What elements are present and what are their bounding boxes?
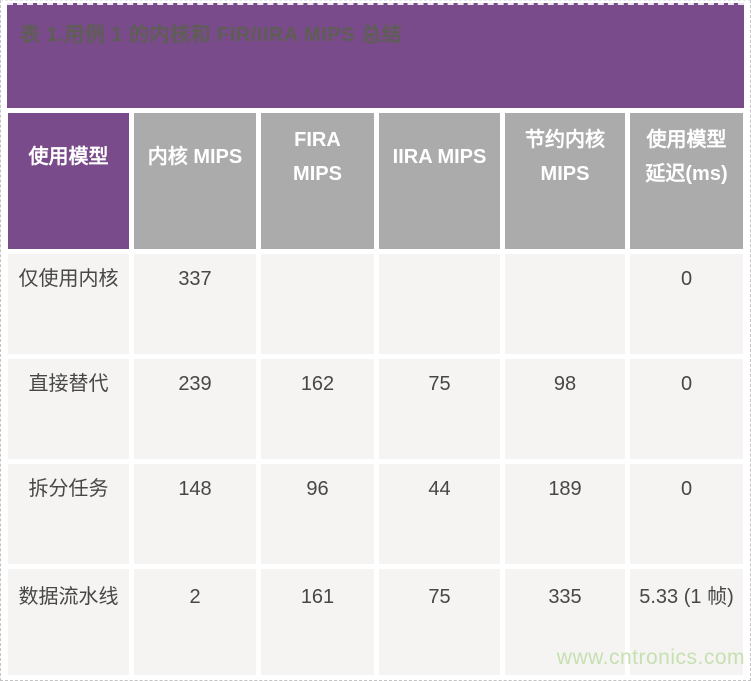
cell-core-mips: 337 [134, 254, 256, 354]
cell-saved-core-mips: 98 [505, 359, 625, 459]
column-header-latency: 使用模型延迟(ms) [630, 113, 743, 249]
cell-latency: 0 [630, 254, 743, 354]
table-row: 拆分任务 148 96 44 189 0 [8, 464, 743, 564]
cell-iira-mips [379, 254, 500, 354]
cell-latency: 0 [630, 359, 743, 459]
column-header-fira-mips: FIRA MIPS [261, 113, 374, 249]
cell-core-mips: 2 [134, 569, 256, 675]
column-header-saved-core-mips: 节约内核 MIPS [505, 113, 625, 249]
watermark-text: www.cntronics.com [556, 646, 745, 669]
row-label: 数据流水线 [8, 569, 129, 675]
cell-core-mips: 148 [134, 464, 256, 564]
table-row: 直接替代 239 162 75 98 0 [8, 359, 743, 459]
cell-fira-mips [261, 254, 374, 354]
row-label: 直接替代 [8, 359, 129, 459]
cell-fira-mips: 96 [261, 464, 374, 564]
header-row: 使用模型 内核 MIPS FIRA MIPS IIRA MIPS 节约内核 MI… [8, 113, 743, 249]
column-header-core-mips: 内核 MIPS [134, 113, 256, 249]
row-label: 拆分任务 [8, 464, 129, 564]
cell-iira-mips: 75 [379, 359, 500, 459]
table-title: 表 1.用例 1 的内核和 FIR/IIRA MIPS 总结 [7, 3, 744, 108]
table-figure: 表 1.用例 1 的内核和 FIR/IIRA MIPS 总结 使用模型 内核 M… [0, 0, 751, 681]
table-row: 仅使用内核 337 0 [8, 254, 743, 354]
cell-saved-core-mips [505, 254, 625, 354]
cell-fira-mips: 162 [261, 359, 374, 459]
cell-fira-mips: 161 [261, 569, 374, 675]
cell-saved-core-mips: 189 [505, 464, 625, 564]
column-header-usage-model: 使用模型 [8, 113, 129, 249]
cell-iira-mips: 75 [379, 569, 500, 675]
mips-summary-table: 使用模型 内核 MIPS FIRA MIPS IIRA MIPS 节约内核 MI… [3, 108, 748, 680]
column-header-iira-mips: IIRA MIPS [379, 113, 500, 249]
cell-latency: 0 [630, 464, 743, 564]
cell-iira-mips: 44 [379, 464, 500, 564]
cell-core-mips: 239 [134, 359, 256, 459]
row-label: 仅使用内核 [8, 254, 129, 354]
